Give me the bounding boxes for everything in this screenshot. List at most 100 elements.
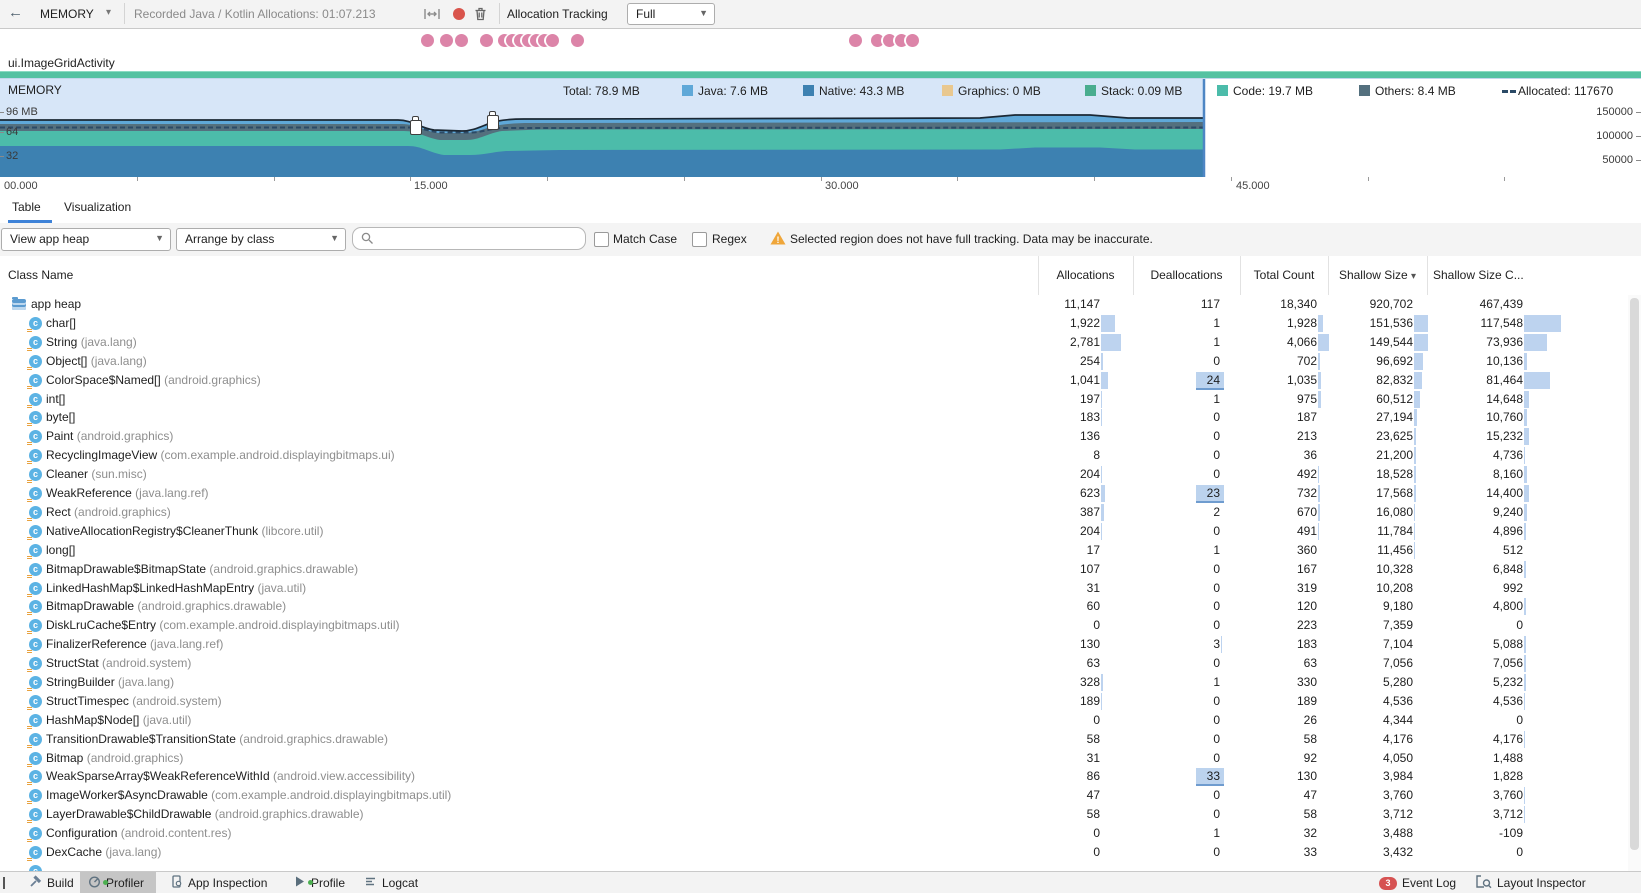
allocation-event-dot xyxy=(421,34,434,47)
allocation-event-dot xyxy=(440,34,453,47)
cell-dealloc: 0 xyxy=(1213,845,1220,859)
class-icon: c xyxy=(27,752,42,765)
tool-window-button-build[interactable]: Build xyxy=(29,872,74,893)
table-row[interactable]: c char[] 1,922 1 1,928 151,536 117,548 xyxy=(0,314,1628,333)
arrange-select-value: Arrange by class xyxy=(185,232,275,246)
status-button-event-log[interactable]: 3 Event Log xyxy=(1379,872,1456,893)
match-case-checkbox[interactable] xyxy=(594,232,609,247)
legend-item: Native: 43.3 MB xyxy=(803,84,904,98)
tool-window-button-logcat[interactable]: Logcat xyxy=(364,872,418,893)
tab-table[interactable]: Table xyxy=(12,200,41,214)
cell-total: 4,066 xyxy=(1286,335,1317,349)
table-row[interactable]: c DexCache (java.lang) 0 0 33 3,432 0 xyxy=(0,843,1628,862)
table-row[interactable]: c WeakReference (java.lang.ref) 623 23 732 17… xyxy=(0,484,1628,503)
package-name: (java.lang) xyxy=(102,845,162,859)
value-bar xyxy=(1101,523,1102,540)
table-row[interactable]: c int[] 197 1 975 60,512 14,648 xyxy=(0,390,1628,409)
table-row[interactable]: c Configuration (android.content.res) 0 1 32… xyxy=(0,824,1628,843)
table-row[interactable]: c RecyclingImageView (com.example.android… xyxy=(0,446,1628,465)
arrange-select[interactable]: Arrange by class ▼ xyxy=(176,228,346,251)
table-row[interactable]: c String (java.lang) 2,781 1 4,066 149,544 73,… xyxy=(0,333,1628,352)
class-icon-marks xyxy=(27,612,32,613)
class-name: char[] xyxy=(46,316,77,330)
warning-icon: ! xyxy=(770,231,786,248)
class-icon: c xyxy=(27,808,42,821)
value-bar xyxy=(1524,731,1525,748)
cell-shallow: 7,056 xyxy=(1382,656,1413,670)
cell-total: 1,928 xyxy=(1286,316,1317,330)
column-shallow-size-cum[interactable]: Shallow Size C... xyxy=(1433,268,1524,282)
table-row[interactable]: c Object[] (java.lang) 254 0 702 96,692 10,136 xyxy=(0,352,1628,371)
column-total-count[interactable]: Total Count xyxy=(1240,268,1328,282)
profiler-type-select[interactable]: MEMORY xyxy=(40,7,94,21)
table-row[interactable]: c Bitmap (android.graphics) 31 0 92 4,050 1,48… xyxy=(0,749,1628,768)
class-name: TransitionDrawable$TransitionState (andr… xyxy=(46,732,388,746)
table-row[interactable]: c long[] 17 1 360 11,456 512 xyxy=(0,541,1628,560)
table-header: Class Name Allocations Deallocations Tot… xyxy=(0,256,1641,296)
match-case-label[interactable]: Match Case xyxy=(613,232,677,246)
column-deallocations[interactable]: Deallocations xyxy=(1133,268,1240,282)
tool-window-button-profile[interactable]: Profile xyxy=(293,872,345,893)
cell-shallow: 9,180 xyxy=(1382,599,1413,613)
cell-dealloc: 24 xyxy=(1206,373,1220,387)
tool-window-button-app-inspection[interactable]: App Inspection xyxy=(170,872,267,893)
regex-label[interactable]: Regex xyxy=(712,232,747,246)
value-bar xyxy=(1524,655,1526,672)
table-row[interactable]: c StructTimespec (android.system) 189 0 189 4… xyxy=(0,692,1628,711)
record-button[interactable] xyxy=(453,8,465,20)
column-class-name[interactable]: Class Name xyxy=(8,268,73,282)
cell-alloc: 204 xyxy=(1079,524,1100,538)
allocation-tracking-value: Full xyxy=(636,7,656,21)
package-name: (android.view.accessibility) xyxy=(269,769,416,783)
zoom-to-fit-icon[interactable] xyxy=(424,8,440,23)
table-row[interactable]: c NativeAllocationRegistry$CleanerThunk (… xyxy=(0,522,1628,541)
y-axis-tick xyxy=(1636,136,1641,137)
table-row[interactable]: c LayerDrawable$ChildDrawable (android.gr… xyxy=(0,805,1628,824)
table-row[interactable]: c BitmapDrawable (android.graphics.drawab… xyxy=(0,597,1628,616)
time-axis-label: 45.000 xyxy=(1236,180,1270,192)
table-row[interactable]: c byte[] 183 0 187 27,194 10,760 xyxy=(0,408,1628,427)
memory-timeline-chart[interactable]: MEMORY Total: 78.9 MB Java: 7.6 MB Native:… xyxy=(0,78,1641,178)
table-row[interactable]: c StringBuilder (java.lang) 328 1 330 5,280 5,… xyxy=(0,673,1628,692)
class-icon: c xyxy=(27,770,42,783)
tool-window-button-profiler[interactable]: Profiler xyxy=(88,872,144,893)
class-name: BitmapDrawable (android.graphics.drawabl… xyxy=(46,599,287,613)
legend-item: Graphics: 0 MB xyxy=(942,84,1041,98)
cell-shallowc: 4,800 xyxy=(1492,599,1523,613)
table-row[interactable]: c ImageWorker$AsyncDrawable (com.example.… xyxy=(0,786,1628,805)
tab-visualization[interactable]: Visualization xyxy=(64,200,131,214)
heap-select[interactable]: View app heap ▼ xyxy=(1,228,171,251)
table-row-partial: c xyxy=(0,862,1628,871)
table-row[interactable]: c Cleaner (sun.misc) 204 0 492 18,528 8,160 xyxy=(0,465,1628,484)
value-bar xyxy=(1101,693,1102,710)
table-row[interactable]: app heap 11,147 117 18,340 920,702 467,439 xyxy=(0,295,1628,314)
table-row[interactable]: c TransitionDrawable$TransitionState (and… xyxy=(0,730,1628,749)
cell-total: 58 xyxy=(1303,807,1317,821)
scrollbar-thumb[interactable] xyxy=(1630,298,1639,850)
column-allocations[interactable]: Allocations xyxy=(1038,268,1133,282)
table-row[interactable]: c StructStat (android.system) 63 0 63 7,056 7,… xyxy=(0,654,1628,673)
table-row[interactable]: c BitmapDrawable$BitmapState (android.gra… xyxy=(0,560,1628,579)
value-bar xyxy=(1524,372,1550,389)
table-row[interactable]: c Paint (android.graphics) 136 0 213 23,625 15… xyxy=(0,427,1628,446)
trash-icon[interactable] xyxy=(474,7,487,24)
allocation-tracking-select[interactable]: Full ▼ xyxy=(627,3,715,25)
back-arrow-icon[interactable]: ← xyxy=(8,4,23,21)
search-input[interactable] xyxy=(352,227,586,250)
table-row[interactable]: c Rect (android.graphics) 387 2 670 16,080 9,2… xyxy=(0,503,1628,522)
status-button-layout-inspector[interactable]: Layout Inspector xyxy=(1476,872,1586,893)
legend-item: Others: 8.4 MB xyxy=(1359,84,1456,98)
event-log-badge: 3 xyxy=(1379,876,1397,890)
regex-checkbox[interactable] xyxy=(692,232,707,247)
table-row[interactable]: c FinalizerReference (java.lang.ref) 130 3 1… xyxy=(0,635,1628,654)
table-row[interactable]: c HashMap$Node[] (java.util) 0 0 26 4,344 0 xyxy=(0,711,1628,730)
class-icon: c xyxy=(27,789,42,802)
table-row[interactable]: c DiskLruCache$Entry (com.example.android… xyxy=(0,616,1628,635)
table-row[interactable]: c ColorSpace$Named[] (android.graphics) 1,… xyxy=(0,371,1628,390)
table-row[interactable]: c LinkedHashMap$LinkedHashMapEntry (java.… xyxy=(0,579,1628,598)
table-row[interactable]: c WeakSparseArray$WeakReferenceWithId (an… xyxy=(0,767,1628,786)
cell-shallow: 82,832 xyxy=(1376,373,1413,387)
cell-alloc: 31 xyxy=(1086,581,1100,595)
class-icon-marks xyxy=(27,461,32,462)
column-shallow-size[interactable]: Shallow Size ▾ xyxy=(1328,268,1427,282)
